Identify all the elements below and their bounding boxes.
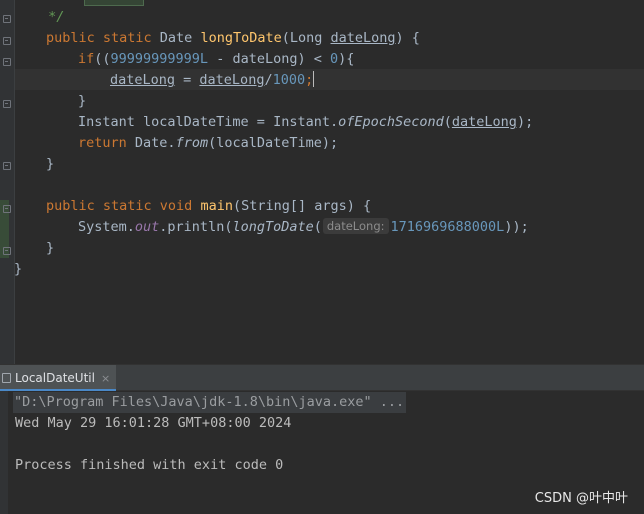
variable: dateLong bbox=[110, 72, 176, 88]
code-line-4[interactable]: } bbox=[78, 91, 86, 112]
javadoc-tag-fragment bbox=[84, 0, 144, 6]
fold-marker-icon[interactable] bbox=[3, 247, 11, 255]
keyword: if bbox=[78, 51, 95, 67]
number-literal: 99999999999L bbox=[110, 51, 209, 67]
code-text: Instant localDateTime = Instant. bbox=[78, 114, 339, 130]
console-exit-message[interactable]: Process finished with exit code 0 bbox=[15, 455, 283, 476]
close-icon[interactable]: × bbox=[101, 372, 110, 385]
fold-marker-icon[interactable] bbox=[3, 205, 11, 213]
parameter: dateLong bbox=[330, 30, 396, 46]
editor-gutter[interactable] bbox=[0, 0, 14, 364]
console-command-line[interactable]: "D:\Program Files\Java\jdk-1.8\bin\java.… bbox=[13, 392, 407, 413]
code-line-8[interactable]: public static void main(String[] args) { bbox=[46, 196, 371, 217]
gutter-divider bbox=[14, 0, 15, 364]
fold-marker-icon[interactable] bbox=[3, 37, 11, 45]
console-icon bbox=[2, 373, 11, 383]
code-line-11[interactable]: } bbox=[14, 259, 22, 280]
number-literal: 0 bbox=[330, 51, 339, 67]
code-line-9[interactable]: System.out.println(longToDate(dateLong: 1… bbox=[78, 217, 529, 238]
run-tab-bar: LocalDateUtil × bbox=[0, 364, 644, 391]
method-call: ofEpochSecond bbox=[338, 114, 444, 130]
code-text: System. bbox=[78, 219, 135, 235]
method-name: longToDate bbox=[200, 30, 282, 46]
method-name: main bbox=[200, 198, 233, 214]
code-text: (( bbox=[94, 51, 111, 67]
fold-marker-icon[interactable] bbox=[3, 58, 11, 66]
parameter-hint: dateLong: bbox=[322, 218, 389, 234]
console-output-line[interactable]: Wed May 29 16:01:28 GMT+08:00 2024 bbox=[15, 413, 291, 434]
code-text: (String[] args) { bbox=[232, 198, 372, 214]
fold-marker-icon[interactable] bbox=[3, 162, 11, 170]
code-text: ( bbox=[443, 114, 452, 130]
code-text: .println( bbox=[159, 219, 233, 235]
code-line-3[interactable]: dateLong = dateLong/1000; bbox=[110, 70, 315, 91]
code-editor[interactable]: */ public static Date longToDate(Long da… bbox=[0, 0, 644, 364]
variable: dateLong bbox=[199, 72, 265, 88]
code-line-10[interactable]: } bbox=[46, 238, 54, 259]
active-tab-indicator bbox=[0, 389, 117, 391]
code-text: ) { bbox=[395, 30, 420, 46]
code-line-2[interactable]: if((99999999999L - dateLong) < 0){ bbox=[78, 49, 354, 70]
method-call: from bbox=[175, 135, 209, 151]
number-literal: 1000 bbox=[272, 72, 306, 88]
watermark: CSDN @叶中叶 bbox=[534, 491, 628, 506]
code-text: = bbox=[175, 72, 200, 88]
console-gutter bbox=[0, 391, 8, 514]
semicolon: ; bbox=[305, 72, 314, 88]
code-text: )); bbox=[504, 219, 529, 235]
code-line-6[interactable]: return Date.from(localDateTime); bbox=[78, 133, 338, 154]
tab-localdateutil[interactable]: LocalDateUtil × bbox=[0, 365, 117, 391]
code-text: ); bbox=[516, 114, 534, 130]
fold-marker-icon[interactable] bbox=[3, 15, 11, 23]
code-text: Date bbox=[151, 30, 201, 46]
code-line-7[interactable]: } bbox=[46, 154, 54, 175]
code-line-5[interactable]: Instant localDateTime = Instant.ofEpochS… bbox=[78, 112, 533, 133]
code-text: (Long bbox=[281, 30, 331, 46]
number-literal: 1716969688000L bbox=[390, 219, 505, 235]
keyword: public static void bbox=[46, 198, 193, 214]
keyword: public static bbox=[46, 30, 152, 46]
static-field: out bbox=[134, 219, 160, 235]
code-text: Date. bbox=[126, 135, 176, 151]
code-line-1[interactable]: public static Date longToDate(Long dateL… bbox=[46, 28, 420, 49]
tab-label: LocalDateUtil bbox=[15, 371, 95, 385]
fold-marker-icon[interactable] bbox=[3, 100, 11, 108]
code-text: - dateLong) < bbox=[208, 51, 330, 67]
variable: dateLong bbox=[451, 114, 517, 130]
code-text: / bbox=[264, 72, 273, 88]
text-caret bbox=[313, 71, 315, 87]
code-text: ){ bbox=[338, 51, 355, 67]
method-call: longToDate bbox=[232, 219, 314, 235]
code-text: (localDateTime); bbox=[208, 135, 339, 151]
comment-end: */ bbox=[40, 9, 65, 25]
keyword: return bbox=[78, 135, 127, 151]
code-text: ( bbox=[313, 219, 322, 235]
